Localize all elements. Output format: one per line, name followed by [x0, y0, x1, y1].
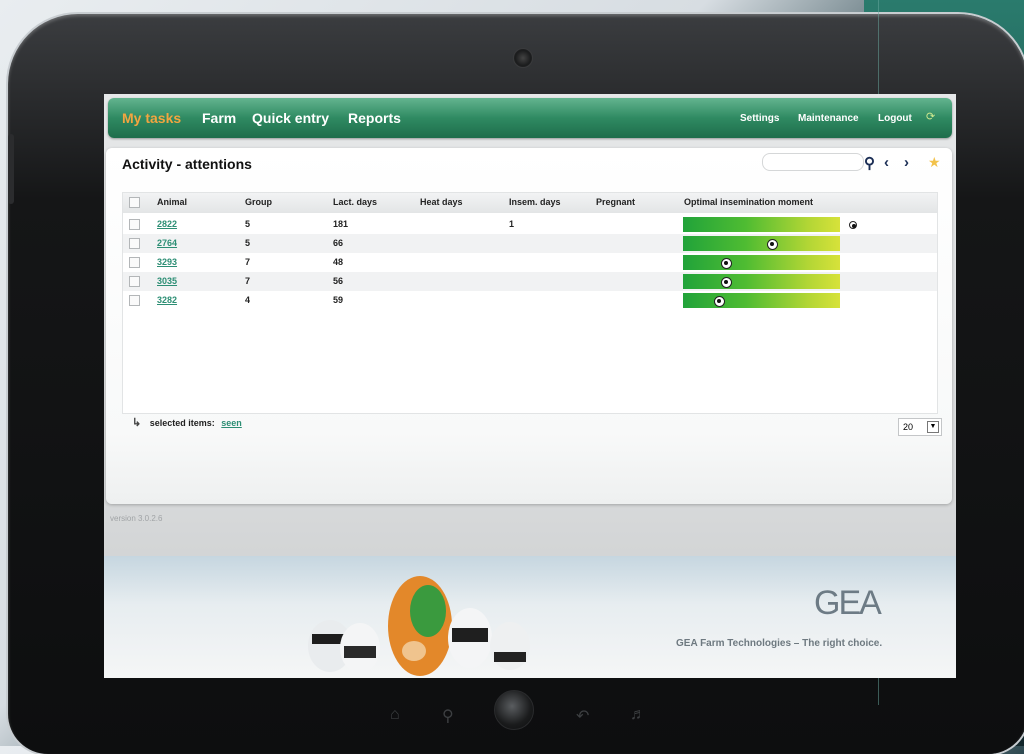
group-cell: 7 — [245, 276, 251, 286]
bar-marker — [721, 258, 732, 269]
gea-slogan: GEA Farm Technologies – The right choice… — [676, 638, 883, 649]
side-button — [8, 134, 14, 204]
nav-settings[interactable]: Settings — [740, 113, 779, 124]
lact-cell: 59 — [333, 295, 344, 305]
group-cell: 4 — [245, 295, 251, 305]
tablet-bottom-buttons: ⌂ ⚲ ↶ ♬ — [380, 706, 680, 736]
lact-cell: 66 — [333, 238, 344, 248]
seen-link[interactable]: seen — [221, 418, 242, 428]
animal-link[interactable]: 3035 — [157, 276, 177, 286]
select-all-checkbox[interactable] — [129, 197, 140, 208]
col-animal[interactable]: Animal — [157, 197, 187, 207]
search-box — [762, 153, 864, 173]
nav-my-tasks[interactable]: My tasks — [122, 110, 181, 126]
nav-maintenance[interactable]: Maintenance — [798, 113, 859, 124]
insemination-bar — [683, 236, 840, 251]
lact-cell: 56 — [333, 276, 344, 286]
lact-cell: 181 — [333, 219, 349, 229]
camera-icon — [513, 48, 533, 68]
page-size-select[interactable]: 20 ▼ — [898, 418, 942, 436]
insemination-bar — [683, 255, 840, 270]
search-icon[interactable]: ⚲ — [864, 154, 875, 172]
gea-logo: GEA — [814, 584, 882, 622]
insemination-bar — [683, 274, 840, 289]
corner-arrow-icon: ↳ — [132, 417, 142, 429]
next-icon[interactable]: › — [904, 154, 909, 171]
cows-image — [308, 576, 530, 676]
nav-farm[interactable]: Farm — [202, 110, 236, 126]
bar-marker — [849, 221, 857, 229]
bar-marker — [721, 277, 732, 288]
animal-link[interactable]: 3293 — [157, 257, 177, 267]
col-pregnant[interactable]: Pregnant — [596, 197, 635, 207]
volume-icon[interactable]: ♬ — [630, 706, 646, 724]
lact-cell: 48 — [333, 257, 344, 267]
group-cell: 7 — [245, 257, 251, 267]
row-checkbox[interactable] — [129, 295, 140, 306]
logout-icon[interactable]: ⟳ — [926, 110, 938, 123]
animals-table: Animal Group Lact. days Heat days Insem.… — [122, 192, 938, 414]
table-row[interactable]: 3035 7 56 — [123, 272, 937, 291]
selected-items: ↳ selected items: seen — [132, 416, 242, 429]
back-icon[interactable]: ↶ — [576, 706, 589, 726]
col-insem-days[interactable]: Insem. days — [509, 197, 561, 207]
table-row[interactable]: 3282 4 59 — [123, 291, 937, 310]
nav-logout[interactable]: Logout — [878, 113, 912, 124]
search-input[interactable] — [767, 156, 863, 173]
row-checkbox[interactable] — [129, 276, 140, 287]
col-lact-days[interactable]: Lact. days — [333, 197, 377, 207]
group-cell: 5 — [245, 219, 251, 229]
table-row[interactable]: 2822 5 181 1 — [123, 215, 937, 234]
chevron-down-icon[interactable]: ▼ — [927, 421, 939, 433]
prev-icon[interactable]: ‹ — [884, 154, 889, 171]
nav-reports[interactable]: Reports — [348, 110, 401, 126]
gea-banner: GEA GEA Farm Technologies – The right ch… — [104, 556, 956, 678]
animal-link[interactable]: 3282 — [157, 295, 177, 305]
col-heat-days[interactable]: Heat days — [420, 197, 463, 207]
screen: My tasks Farm Quick entry Reports Settin… — [104, 94, 956, 678]
table-header: Animal Group Lact. days Heat days Insem.… — [123, 193, 937, 213]
top-nav: My tasks Farm Quick entry Reports Settin… — [108, 98, 952, 138]
magnifier-icon[interactable]: ⚲ — [442, 706, 454, 726]
table-row[interactable]: 2764 5 66 — [123, 234, 937, 253]
selected-label: selected items: — [149, 418, 215, 428]
panel-title: Activity - attentions — [122, 156, 252, 172]
insemination-bar — [683, 293, 840, 308]
table-row[interactable]: 3293 7 48 — [123, 253, 937, 272]
animal-link[interactable]: 2764 — [157, 238, 177, 248]
group-cell: 5 — [245, 238, 251, 248]
activity-panel: Activity - attentions ⚲ ‹ › ★ Animal Gro… — [106, 148, 952, 504]
page-size-value: 20 — [903, 422, 914, 432]
col-group[interactable]: Group — [245, 197, 272, 207]
bar-marker — [767, 239, 778, 250]
home-icon[interactable]: ⌂ — [390, 706, 400, 724]
insemination-bar — [683, 217, 840, 232]
insem-cell: 1 — [509, 219, 515, 229]
bar-marker — [714, 296, 725, 307]
nav-quick-entry[interactable]: Quick entry — [252, 110, 329, 126]
star-icon[interactable]: ★ — [928, 154, 941, 171]
row-checkbox[interactable] — [129, 219, 140, 230]
animal-link[interactable]: 2822 — [157, 219, 177, 229]
row-checkbox[interactable] — [129, 257, 140, 268]
row-checkbox[interactable] — [129, 238, 140, 249]
col-optimal[interactable]: Optimal insemination moment — [684, 197, 813, 207]
version-text: version 3.0.2.6 — [110, 514, 163, 523]
